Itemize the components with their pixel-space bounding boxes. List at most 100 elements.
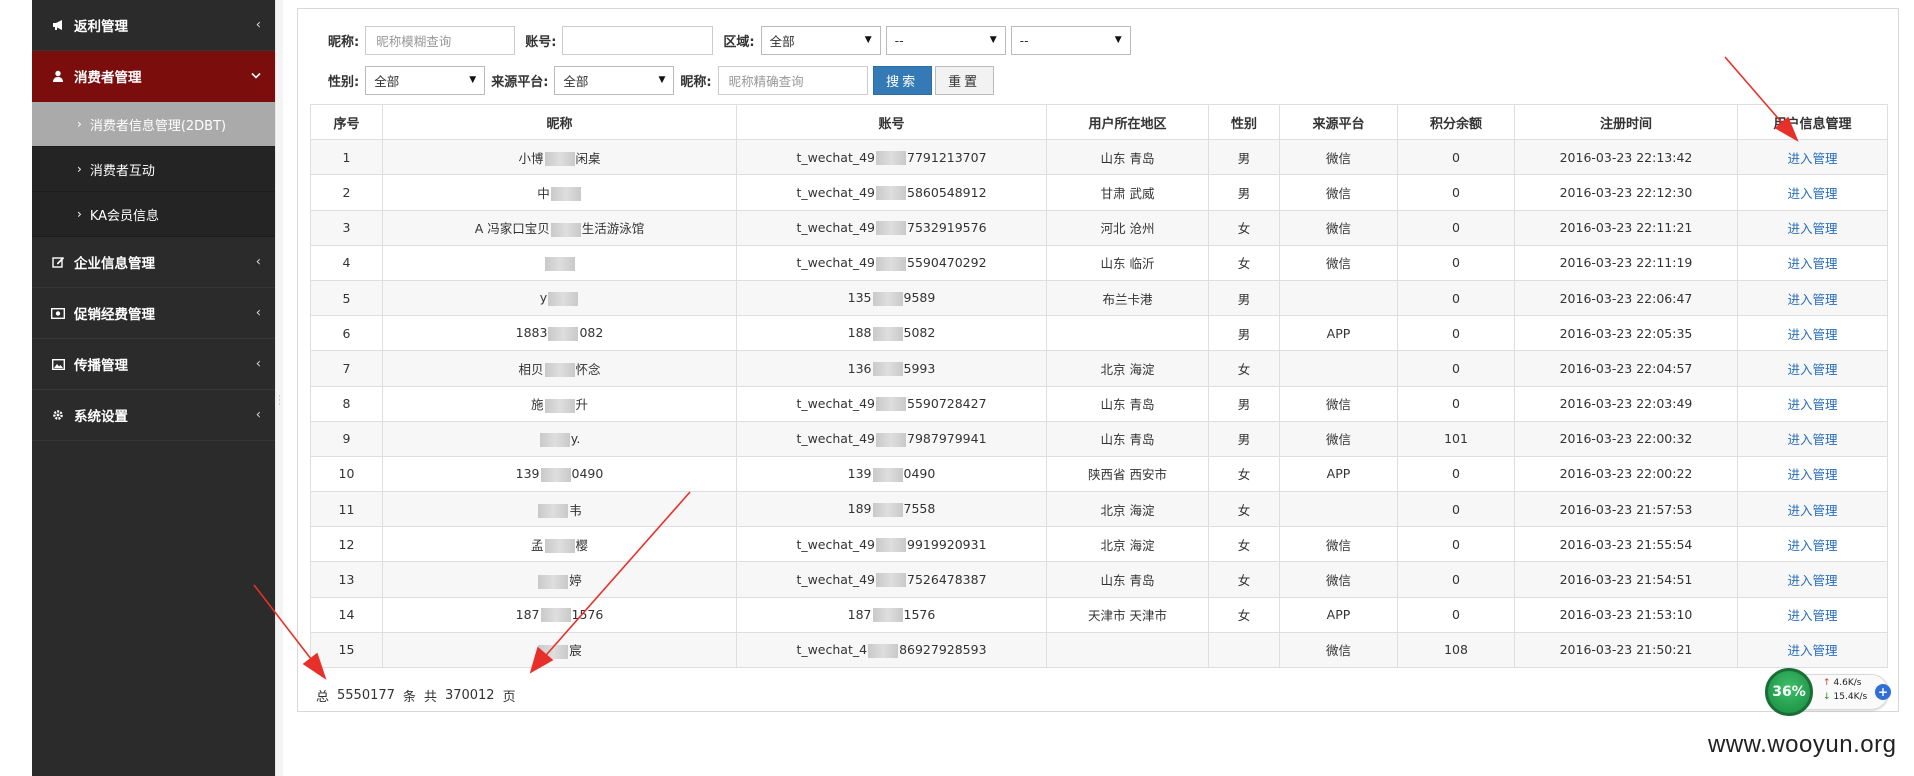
enter-manage-link[interactable]: 进入管理 [1737,526,1888,563]
cell-points: 0 [1397,139,1515,176]
region-district-select[interactable]: -- ▼ [1010,25,1131,55]
table-row: 10 139 0490 139 0490 陕西省 西安市女 APP 0 2016-03-23 2… [310,455,1888,493]
enter-manage-link[interactable]: 进入管理 [1737,631,1888,669]
nickname-part: 韦 [569,502,582,518]
enter-manage-link[interactable]: 进入管理 [1737,244,1888,281]
enter-manage-link[interactable]: 进入管理 [1737,420,1888,457]
cell-register-time: 2016-03-23 22:12:30 [1514,174,1738,211]
enter-manage-link[interactable]: 进入管理 [1737,561,1888,598]
col-header-manage[interactable]: 用户信息管理 [1737,103,1888,141]
cell-gender [1208,631,1280,669]
redaction-blur [538,504,569,519]
cell-register-time: 2016-03-23 22:00:32 [1514,420,1738,457]
account-part: 7791213707 [907,149,987,165]
region-city-select[interactable]: -- ▼ [885,25,1006,55]
cell-gender: 女 [1208,491,1280,528]
network-speed-widget[interactable]: 36% ↑ 4.6K/s ↓ 15.4K/s + [1765,668,1893,716]
redaction-blur [550,222,581,237]
platform-label: 来源平台: [491,74,549,90]
enter-manage-link[interactable]: 进入管理 [1737,596,1888,633]
account-part: 136 [847,360,872,376]
cell-account: t_wechat_49 7526478387 [736,561,1047,598]
account-part: t_wechat_49 [796,255,876,271]
enter-manage-link[interactable]: 进入管理 [1737,385,1888,422]
cell-no: 3 [310,209,383,246]
account-part: 7558 [903,501,936,517]
select-value: 全部 [374,73,400,89]
region-province-select[interactable]: 全部 ▼ [760,25,881,55]
redaction-blur [544,398,575,413]
cell-nickname: A 冯家口宝贝 生活游泳馆 [382,209,737,246]
upload-speed-value: 4.6K/s [1833,678,1862,688]
sidebar-item-promotion-fund[interactable]: 促销经费管理 ‹ [32,288,275,339]
cell-nickname: 139 0490 [382,455,737,493]
col-header-nickname[interactable]: 昵称 [382,103,737,141]
sidebar-item-consumer[interactable]: 消费者管理 [32,51,275,102]
enter-manage-link[interactable]: 进入管理 [1737,279,1888,317]
enter-manage-link[interactable]: 进入管理 [1737,350,1888,387]
col-header-region[interactable]: 用户所在地区 [1046,103,1209,141]
plus-icon[interactable]: + [1875,684,1891,700]
search-button[interactable]: 搜索 [872,65,932,95]
user-icon [50,68,66,84]
cell-register-time: 2016-03-23 22:11:21 [1514,209,1738,246]
nickname-part: 082 [579,325,604,341]
table-row: 8 施升 t_wechat_49 5590728427 山东 青岛男微信 0 2016-03… [310,385,1888,422]
sidebar-item-settings[interactable]: 系统设置 ‹ [32,390,275,441]
table-row: 14 187 1576 187 1576 天津市 天津市女 APP 0 2016-03-23 2… [310,596,1888,633]
gender-select[interactable]: 全部 ▼ [365,65,486,95]
redaction-blur [548,291,579,306]
enter-manage-link[interactable]: 进入管理 [1737,209,1888,246]
col-header-points[interactable]: 积分余额 [1397,103,1515,141]
cell-nickname: 小博 闲桌 [382,139,737,176]
enter-manage-link[interactable]: 进入管理 [1737,455,1888,493]
nickname-exact-input[interactable]: 昵称精确查询 [717,65,868,95]
platform-select[interactable]: 全部 ▼ [554,65,675,95]
cell-points: 0 [1397,526,1515,563]
select-value: 全部 [769,33,795,49]
col-header-no[interactable]: 序号 [310,103,383,141]
cell-nickname: 婷 [382,561,737,598]
sidebar-item-rebate[interactable]: 返利管理 ‹ [32,0,275,51]
cell-account: t_wechat_49 5590728427 [736,385,1047,422]
redaction-blur [876,186,907,201]
reset-button[interactable]: 重置 [934,65,994,95]
enter-manage-link[interactable]: 进入管理 [1737,139,1888,176]
chevron-left-icon: ‹ [255,305,261,321]
sidebar-item-media[interactable]: 传播管理 ‹ [32,339,275,390]
table-row: 13 婷 t_wechat_49 7526478387 山东 青岛女微信 0 2016-03… [310,561,1888,598]
cell-region: 布兰卡港 [1046,279,1209,317]
sidebar-subitem-ka-member[interactable]: › KA会员信息 [32,192,275,237]
account-part: t_wechat_49 [796,431,876,447]
upload-speed: ↑ 4.6K/s [1823,678,1861,688]
nickname-fuzzy-input[interactable]: 昵称模糊查询 [365,25,516,55]
cell-account: 135 9589 [736,279,1047,317]
cell-nickname [382,244,737,281]
sidebar-subitem-consumer-info[interactable]: › 消费者信息管理(2DBT) [32,102,275,147]
redaction-blur [540,608,571,623]
dropdown-arrow-icon: ▼ [658,75,666,85]
cell-nickname: y. [382,420,737,457]
col-header-platform[interactable]: 来源平台 [1279,103,1398,141]
sidebar-splitter[interactable]: · · · [275,0,283,776]
account-input[interactable] [562,25,714,55]
cell-nickname: 187 1576 [382,596,737,633]
enter-manage-link[interactable]: 进入管理 [1737,174,1888,211]
col-header-register-time[interactable]: 注册时间 [1514,103,1738,141]
account-part: 7532919576 [907,219,987,235]
col-header-gender[interactable]: 性别 [1208,103,1280,141]
account-part: 9919920931 [907,536,987,552]
col-header-account[interactable]: 账号 [736,103,1047,141]
filter-row-2: 性别: 全部 ▼ 来源平台: 全部 ▼ 昵称: 昵称精确查询 搜索 重置 [328,65,994,95]
sidebar-item-enterprise[interactable]: 企业信息管理 ‹ [32,237,275,288]
sidebar-subitem-label: 消费者互动 [89,163,155,179]
nickname-label: 昵称: [328,34,360,50]
pagination-summary: 总 5550177 条 共 370012 页 [316,686,516,705]
enter-manage-link[interactable]: 进入管理 [1737,315,1888,352]
enter-manage-link[interactable]: 进入管理 [1737,491,1888,528]
cell-points: 0 [1397,315,1515,352]
sidebar-subitem-consumer-interaction[interactable]: › 消费者互动 [32,147,275,192]
redaction-blur [544,152,575,167]
redaction-blur [544,256,575,271]
money-icon [50,305,66,321]
